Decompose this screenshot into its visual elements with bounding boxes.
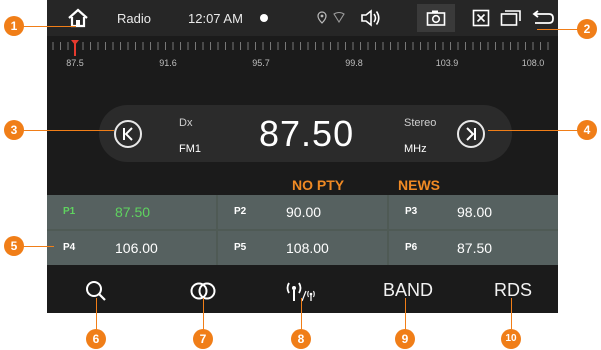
camera-icon	[426, 10, 446, 26]
ruler-label: 108.0	[521, 58, 545, 68]
callout-line-3	[14, 130, 114, 131]
seek-prev-button[interactable]	[114, 120, 142, 148]
rds-button[interactable]: RDS	[483, 268, 543, 313]
band-button-label: BAND	[382, 280, 433, 300]
preset-3[interactable]: P3 98.00	[389, 195, 558, 229]
preset-1[interactable]: P1 87.50	[47, 195, 216, 229]
frequency-ruler[interactable]: 87.5 91.6 95.7 99.8 103.9 108.0	[47, 36, 558, 74]
callout-line-7	[203, 298, 204, 332]
preset-4[interactable]: P4 106.00	[47, 231, 216, 265]
callout-badge: 2	[577, 19, 597, 39]
volume-icon[interactable]	[360, 8, 382, 28]
pty-label: NO PTY	[292, 177, 345, 193]
band-button[interactable]: BAND	[378, 268, 438, 313]
callout-line-10	[511, 298, 512, 332]
preset-5[interactable]: P5 108.00	[218, 231, 387, 265]
wifi-icon	[333, 12, 345, 23]
ruler-label: 95.7	[252, 58, 270, 68]
callout-badge: 4	[577, 120, 597, 140]
callout-line-4	[488, 130, 588, 131]
seek-next-icon	[466, 127, 476, 141]
ruler-label: 87.5	[66, 58, 84, 68]
preset-number: P5	[234, 242, 247, 253]
camera-button[interactable]	[417, 4, 455, 32]
callout-line-6	[96, 298, 97, 332]
callout-badge: 1	[4, 16, 24, 36]
pty-type-label: NEWS	[398, 177, 440, 193]
clock: 12:07 AM	[188, 11, 243, 26]
ruler-ticks	[52, 40, 549, 56]
preset-grid: P1 87.50 P2 90.00 P3 98.00 P4 106.00 P5 …	[47, 195, 558, 265]
callout-badge: 6	[86, 329, 106, 349]
preset-2[interactable]: P2 90.00	[218, 195, 387, 229]
preset-number: P1	[63, 206, 76, 217]
recent-apps-icon[interactable]	[500, 9, 522, 27]
preset-frequency: 108.00	[286, 240, 329, 256]
preset-6[interactable]: P6 87.50	[389, 231, 558, 265]
ruler-label: 99.8	[345, 58, 363, 68]
bottom-bar: BAND RDS	[47, 268, 558, 313]
callout-badge: 10	[501, 329, 521, 349]
close-box-icon[interactable]	[472, 9, 490, 27]
preset-frequency: 87.50	[115, 204, 151, 220]
preset-frequency: 106.00	[115, 240, 158, 256]
tuner-panel: Dx FM1 87.50 Stereo MHz	[99, 105, 512, 162]
callout-line-8	[301, 298, 302, 332]
callout-badge: 9	[395, 329, 415, 349]
preset-number: P6	[405, 242, 418, 253]
preset-frequency: 98.00	[457, 204, 493, 220]
callout-badge: 8	[291, 329, 311, 349]
notification-dot	[260, 14, 268, 22]
location-icon	[317, 11, 327, 24]
radio-screen: Radio 12:07 AM 87.5 91.6 95.7 99.8 103.9…	[47, 0, 558, 313]
preset-number: P2	[234, 206, 247, 217]
preset-number: P3	[405, 206, 418, 217]
callout-badge: 5	[4, 236, 24, 256]
app-title: Radio	[117, 11, 151, 26]
frequency-display: 87.50	[259, 113, 355, 154]
stereo-label: Stereo	[404, 117, 437, 129]
callout-badge: 3	[4, 120, 24, 140]
ruler-label: 91.6	[159, 58, 177, 68]
rds-button-label: RDS	[493, 280, 532, 300]
tuning-indicator-head	[71, 40, 79, 45]
status-bar: Radio 12:07 AM	[47, 0, 558, 36]
unit-label: MHz	[404, 143, 427, 155]
callout-line-9	[405, 298, 406, 332]
preset-frequency: 87.50	[457, 240, 493, 256]
preset-frequency: 90.00	[286, 204, 322, 220]
ruler-label: 103.9	[435, 58, 459, 68]
back-icon[interactable]	[531, 9, 555, 27]
callout-badge: 7	[193, 329, 213, 349]
band-label: FM1	[179, 143, 201, 155]
preset-number: P4	[63, 242, 76, 253]
seek-next-button[interactable]	[457, 120, 485, 148]
seek-prev-icon	[123, 127, 133, 141]
dx-label: Dx	[179, 117, 193, 129]
